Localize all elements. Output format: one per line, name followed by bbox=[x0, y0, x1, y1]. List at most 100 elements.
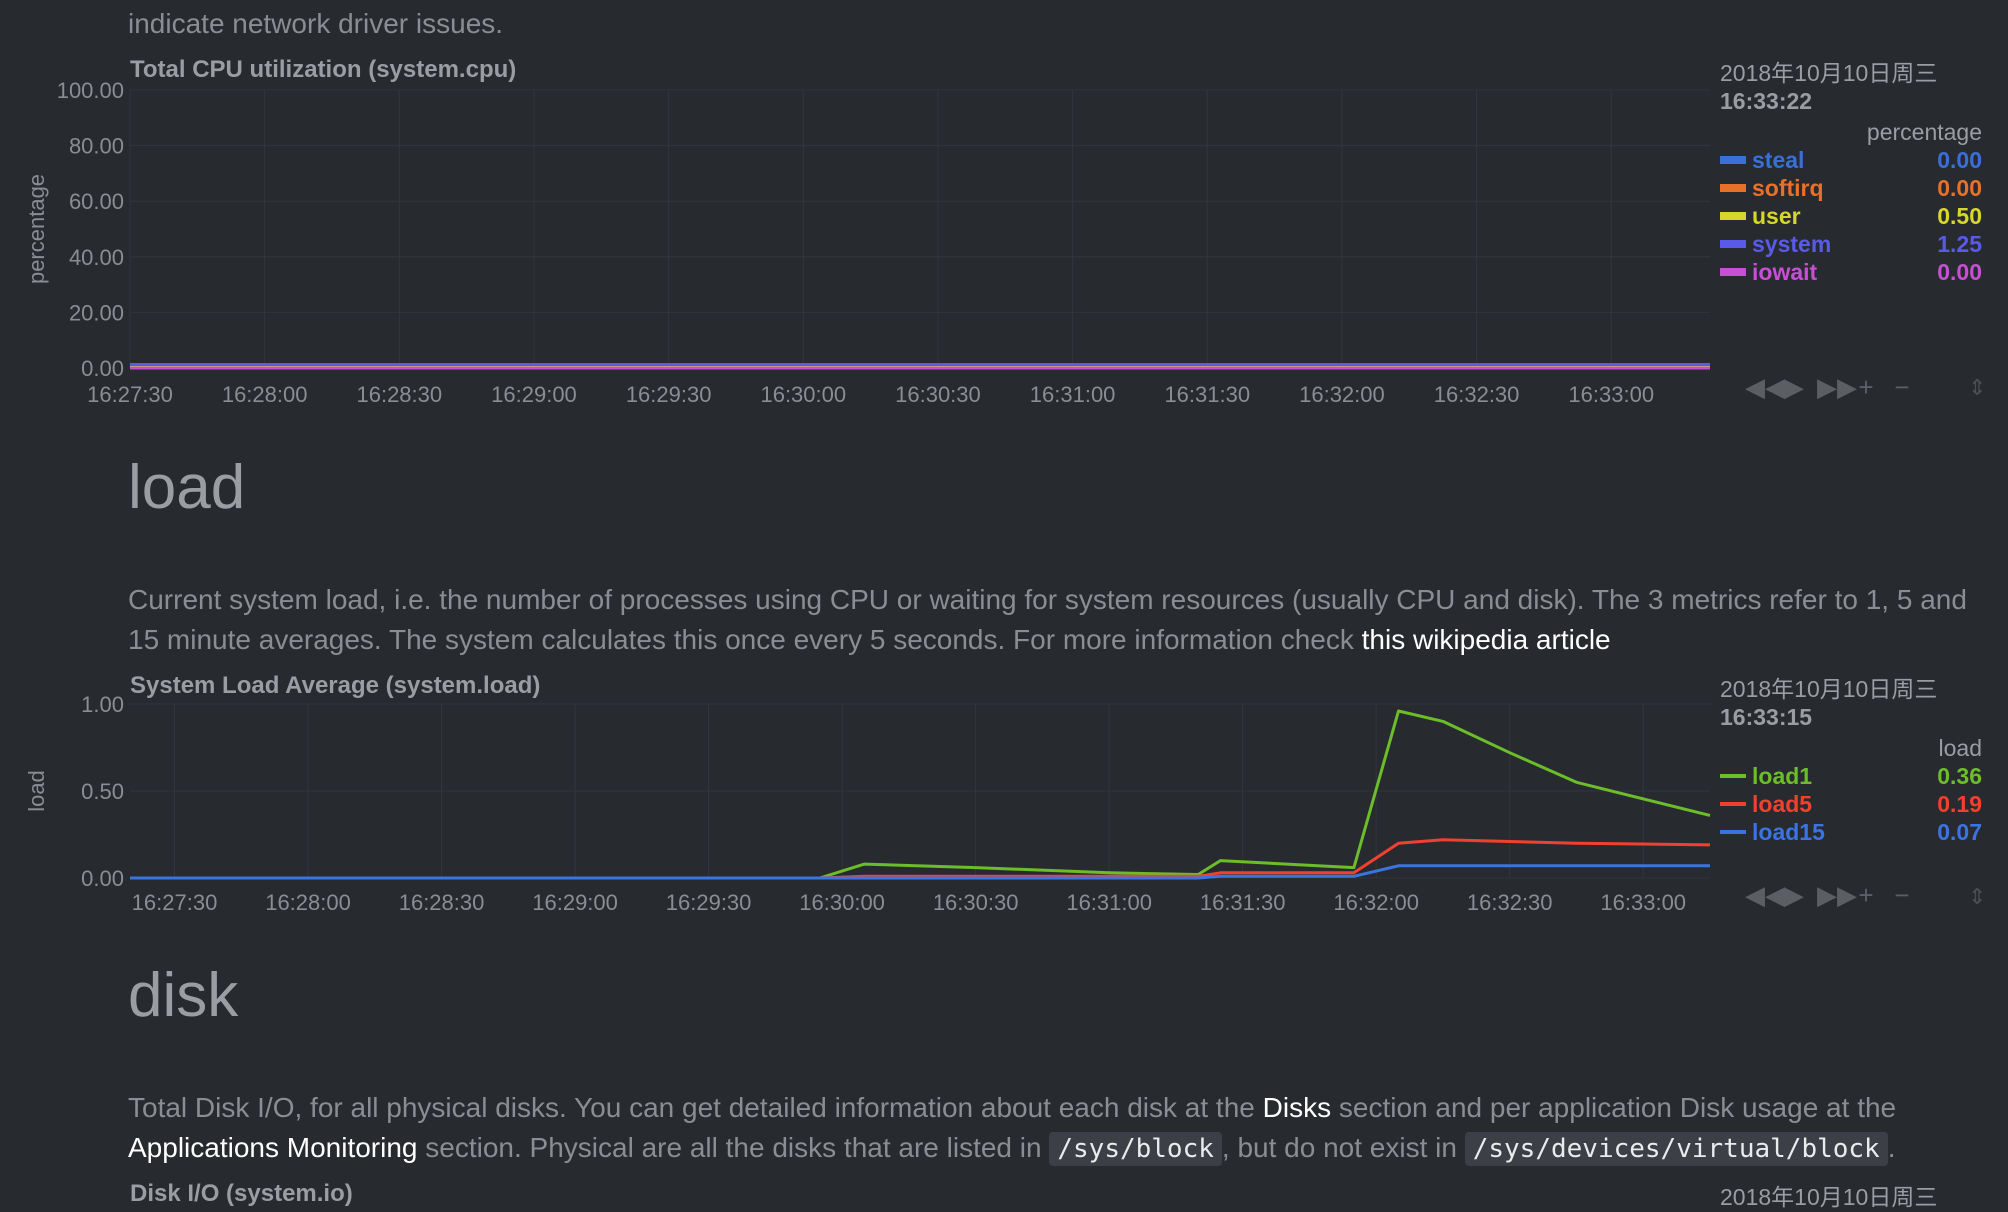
legend-series-value: 0.00 bbox=[1937, 146, 1982, 173]
x-tick-label: 16:28:00 bbox=[265, 890, 351, 915]
wikipedia-link[interactable]: this wikipedia article bbox=[1362, 624, 1611, 655]
cpu-legend-item-label: system bbox=[1720, 231, 1831, 258]
resize-handle-icon[interactable]: ⇕ bbox=[1968, 375, 1986, 401]
disk-chart-title: Disk I/O (system.io) bbox=[130, 1180, 353, 1207]
play-icon[interactable]: ▶ bbox=[1781, 880, 1807, 911]
x-tick-label: 16:29:30 bbox=[666, 890, 752, 915]
load-legend: 2018年10月10日周三 16:33:15 load load1 0.36 loa… bbox=[1720, 670, 1982, 846]
cpu-legend-item-user[interactable]: user 0.50 bbox=[1720, 202, 1982, 230]
legend-series-value: 0.19 bbox=[1937, 790, 1982, 817]
disk-desc-part: section and per application Disk usage a… bbox=[1331, 1092, 1897, 1123]
cpu-legend-item-iowait[interactable]: iowait 0.00 bbox=[1720, 258, 1982, 286]
cpu-legend-item-system[interactable]: system 1.25 bbox=[1720, 230, 1982, 258]
x-tick-label: 16:29:30 bbox=[626, 382, 712, 407]
legend-series-name: system bbox=[1752, 230, 1832, 257]
y-tick-label: 60.00 bbox=[69, 189, 124, 214]
load-legend-item-label: load5 bbox=[1720, 791, 1812, 818]
cpu-chart[interactable]: 100.00 80.00 60.00 40.00 20.00 0.0016:27:30 16… bbox=[0, 70, 1720, 415]
x-tick-label: 16:31:30 bbox=[1200, 890, 1286, 915]
legend-swatch bbox=[1720, 156, 1746, 164]
sys-devices-virtual-block-code: /sys/devices/virtual/block bbox=[1464, 1132, 1888, 1166]
play-icon[interactable]: ▶ bbox=[1781, 372, 1807, 403]
cpu-legend-item-label: iowait bbox=[1720, 259, 1817, 286]
load-legend-item-label: load1 bbox=[1720, 763, 1812, 790]
y-axis-label: load bbox=[24, 770, 49, 812]
legend-series-value: 1.25 bbox=[1937, 230, 1982, 257]
x-tick-label: 16:27:30 bbox=[87, 382, 173, 407]
x-tick-label: 16:30:00 bbox=[760, 382, 846, 407]
cpu-legend-item-steal[interactable]: steal 0.00 bbox=[1720, 146, 1982, 174]
y-tick-label: 1.00 bbox=[81, 692, 124, 717]
zoom-out-icon[interactable]: − bbox=[1889, 372, 1915, 403]
zoom-in-icon[interactable]: + bbox=[1853, 880, 1879, 911]
legend-series-value: 0.36 bbox=[1937, 762, 1982, 789]
cpu-legend-item-label: user bbox=[1720, 203, 1801, 230]
x-tick-label: 16:29:00 bbox=[532, 890, 618, 915]
disk-legend-date: 2018年10月10日周三 bbox=[1720, 1184, 1938, 1210]
legend-series-value: 0.00 bbox=[1937, 174, 1982, 201]
disk-desc-part: section. Physical are all the disks that… bbox=[417, 1132, 1050, 1163]
legend-series-name: user bbox=[1752, 202, 1801, 229]
legend-swatch bbox=[1720, 212, 1746, 220]
sys-block-code: /sys/block bbox=[1049, 1132, 1222, 1166]
disk-desc-part: , but do not exist in bbox=[1221, 1132, 1465, 1163]
legend-series-value: 0.50 bbox=[1937, 202, 1982, 229]
y-tick-label: 0.50 bbox=[81, 779, 124, 804]
series-line-load5 bbox=[130, 838, 1711, 880]
intro-text: indicate network driver issues. bbox=[128, 8, 504, 39]
cpu-legend-time: 16:33:22 bbox=[1720, 88, 1813, 114]
fast-forward-icon[interactable]: ▶▶ bbox=[1817, 880, 1857, 911]
legend-series-value: 0.07 bbox=[1937, 818, 1982, 845]
legend-series-name: softirq bbox=[1752, 174, 1824, 201]
load-chart[interactable]: 1.00 0.50 0.00 16:27:30 16:28:00 16:28:30 16:2… bbox=[0, 680, 1720, 920]
zoom-in-icon[interactable]: + bbox=[1853, 372, 1879, 403]
x-tick-label: 16:32:30 bbox=[1434, 382, 1520, 407]
disk-desc-part: . bbox=[1887, 1132, 1896, 1163]
legend-swatch bbox=[1720, 774, 1746, 778]
legend-swatch bbox=[1720, 240, 1746, 248]
legend-swatch bbox=[1720, 184, 1746, 192]
x-tick-label: 16:30:30 bbox=[933, 890, 1019, 915]
legend-series-name: load5 bbox=[1752, 790, 1813, 817]
section-title-disk: disk bbox=[128, 961, 239, 1030]
x-tick-label: 16:32:30 bbox=[1467, 890, 1553, 915]
x-tick-label: 16:28:30 bbox=[356, 382, 442, 407]
load-legend-item-load15[interactable]: load15 0.07 bbox=[1720, 818, 1982, 846]
disk-legend: 2018年10月10日周三 bbox=[1720, 1178, 1982, 1212]
disk-description: Total Disk I/O, for all physical disks. … bbox=[128, 1088, 1988, 1169]
series-line-load1 bbox=[130, 709, 1711, 880]
x-tick-label: 16:31:00 bbox=[1030, 382, 1116, 407]
applications-monitoring-link[interactable]: Applications Monitoring bbox=[128, 1132, 418, 1163]
y-axis-label: percentage bbox=[24, 174, 49, 284]
x-tick-label: 16:28:00 bbox=[222, 382, 308, 407]
disks-link[interactable]: Disks bbox=[1263, 1092, 1331, 1123]
cpu-legend-date: 2018年10月10日周三 bbox=[1720, 60, 1938, 86]
cpu-legend-units: percentage bbox=[1866, 119, 1982, 145]
legend-series-name: steal bbox=[1752, 146, 1805, 173]
y-tick-label: 80.00 bbox=[69, 134, 124, 159]
load-legend-time: 16:33:15 bbox=[1720, 704, 1813, 730]
load-legend-date: 2018年10月10日周三 bbox=[1720, 676, 1938, 702]
disk-desc-part: Total Disk I/O, for all physical disks. … bbox=[128, 1092, 1263, 1123]
rewind-icon[interactable]: ◀◀ bbox=[1745, 372, 1785, 403]
x-tick-label: 16:31:30 bbox=[1164, 382, 1250, 407]
load-legend-units: load bbox=[1938, 735, 1982, 761]
zoom-out-icon[interactable]: − bbox=[1889, 880, 1915, 911]
rewind-icon[interactable]: ◀◀ bbox=[1745, 880, 1785, 911]
x-tick-label: 16:30:00 bbox=[799, 890, 885, 915]
cpu-legend: 2018年10月10日周三 16:33:22 percentage steal 0… bbox=[1720, 54, 1982, 286]
cpu-chart-controls: ◀◀ ▶ ▶▶ + − bbox=[1745, 372, 1915, 403]
y-tick-label: 20.00 bbox=[69, 300, 124, 325]
fast-forward-icon[interactable]: ▶▶ bbox=[1817, 372, 1857, 403]
load-legend-item-load1[interactable]: load1 0.36 bbox=[1720, 762, 1982, 790]
cpu-legend-item-softirq[interactable]: softirq 0.00 bbox=[1720, 174, 1982, 202]
load-chart-controls: ◀◀ ▶ ▶▶ + − bbox=[1745, 880, 1915, 911]
x-tick-label: 16:32:00 bbox=[1299, 382, 1385, 407]
resize-handle-icon[interactable]: ⇕ bbox=[1968, 884, 1986, 910]
load-legend-item-load5[interactable]: load5 0.19 bbox=[1720, 790, 1982, 818]
legend-swatch bbox=[1720, 802, 1746, 806]
load-description: Current system load, i.e. the number of … bbox=[128, 580, 1988, 660]
x-tick-label: 16:29:00 bbox=[491, 382, 577, 407]
y-tick-label: 0.00 bbox=[81, 356, 124, 381]
x-tick-label: 16:27:30 bbox=[132, 890, 218, 915]
